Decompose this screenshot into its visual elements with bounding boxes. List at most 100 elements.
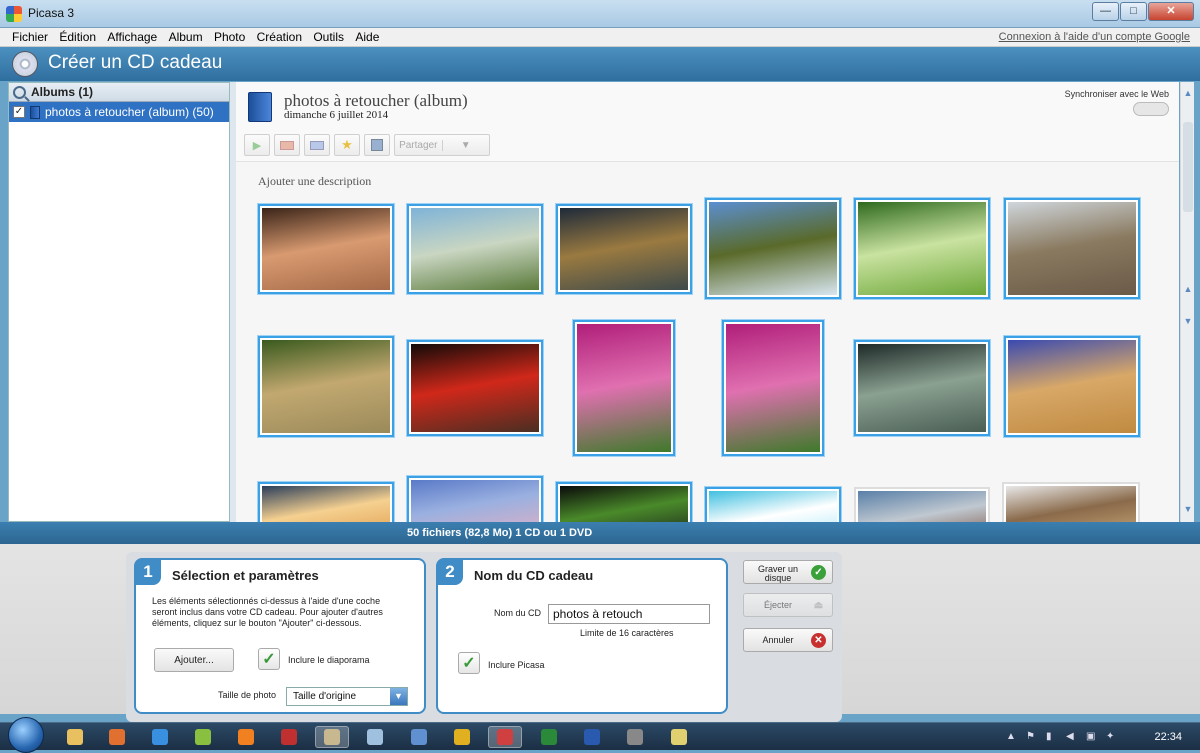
scroll-down-icon-2[interactable]: ▼: [1181, 502, 1195, 516]
burn-disc-button[interactable]: Graver un disque ✓: [743, 560, 833, 584]
save-button[interactable]: [364, 134, 390, 156]
photo-thumbnail-river-valley[interactable]: [407, 204, 543, 294]
taskbar-app-internet-explorer[interactable]: [143, 726, 177, 748]
menu-album[interactable]: Album: [165, 28, 207, 46]
add-description-field[interactable]: Ajouter une description: [258, 174, 371, 189]
menu-fichier[interactable]: Fichier: [8, 28, 52, 46]
taskbar-app-app-4[interactable]: [186, 726, 220, 748]
internet-explorer-icon: [152, 729, 168, 745]
include-picasa-checkbox[interactable]: ✓: [458, 652, 480, 674]
volume-icon[interactable]: ◀: [1066, 731, 1074, 742]
taskbar-app-app-6[interactable]: [272, 726, 306, 748]
photo-thumbnail-elephants-eagle[interactable]: [1004, 198, 1140, 299]
photo-thumbnail-woman-portrait[interactable]: [854, 487, 990, 522]
play-icon: ▶: [252, 139, 262, 152]
photo-thumbnail-lake-mountains[interactable]: [407, 476, 543, 522]
menu-photo[interactable]: Photo: [210, 28, 249, 46]
taskbar-app-media[interactable]: [229, 726, 263, 748]
add-button[interactable]: Ajouter...: [154, 648, 234, 672]
checkmark-icon: ✓: [811, 565, 826, 580]
share-button[interactable]: Partager ▼: [394, 134, 490, 156]
google-sign-in-link[interactable]: Connexion à l'aide d'un compte Google: [999, 31, 1190, 43]
photo-thumbnail-kilimanjaro[interactable]: [705, 198, 841, 299]
save-icon: [371, 139, 383, 151]
taskbar-app-excel[interactable]: [532, 726, 566, 748]
share-label: Partager: [399, 139, 438, 151]
taskbar-app-picasa[interactable]: [488, 726, 522, 748]
taskbar-app-word[interactable]: [575, 726, 609, 748]
network-icon[interactable]: ▮: [1046, 731, 1052, 742]
photo-thumbnail-flower-ice[interactable]: [705, 487, 841, 522]
photo-thumbnail-sunset-clouds[interactable]: [258, 482, 394, 522]
photo-thumbnail-face[interactable]: [258, 204, 394, 294]
menu-creation[interactable]: Création: [253, 28, 306, 46]
dropbox-icon[interactable]: ✦: [1106, 731, 1114, 742]
cancel-button[interactable]: Annuler ✕: [743, 628, 833, 652]
taskbar-app-firefox[interactable]: [100, 726, 134, 748]
menu-affichage[interactable]: Affichage: [103, 28, 161, 46]
taskbar-app-app-15[interactable]: [662, 726, 696, 748]
photo-thumbnail-elephant-dusk[interactable]: [556, 204, 692, 294]
step2-panel: 2 Nom du CD cadeau Nom du CD photos à re…: [436, 558, 728, 714]
menu-edition[interactable]: Édition: [55, 28, 100, 46]
window-controls: — □ ✕: [1092, 2, 1194, 21]
album-checkbox[interactable]: ✓: [13, 106, 25, 118]
taskbar-app-app-14[interactable]: [618, 726, 652, 748]
cd-name-input[interactable]: photos à retouch: [548, 604, 710, 624]
taskbar-app-chrome[interactable]: [445, 726, 479, 748]
sidebar-item-album[interactable]: ✓ photos à retoucher (album) (50): [9, 102, 229, 122]
taskbar-app-explorer[interactable]: [58, 726, 92, 748]
album-sidebar: Albums (1) ✓ photos à retoucher (album) …: [8, 82, 230, 522]
scroll-up-icon[interactable]: ▲: [1181, 86, 1195, 100]
eject-button[interactable]: Éjecter ⏏: [743, 593, 833, 617]
maximize-button[interactable]: □: [1120, 2, 1147, 21]
album-title: photos à retoucher (album): [284, 91, 468, 110]
album-view: photos à retoucher (album) dimanche 6 ju…: [236, 82, 1179, 522]
sync-toggle[interactable]: [1133, 102, 1169, 116]
menu-aide[interactable]: Aide: [351, 28, 383, 46]
email-icon: [280, 140, 294, 150]
chrome-icon: [454, 729, 470, 745]
device-icon[interactable]: ▣: [1086, 731, 1095, 742]
email-button[interactable]: [274, 134, 300, 156]
chevron-down-icon[interactable]: ▼: [390, 688, 407, 705]
photo-thumbnail-night-grass[interactable]: [556, 482, 692, 522]
photo-thumbnail-hands-rose[interactable]: [407, 340, 543, 436]
menu-outils[interactable]: Outils: [309, 28, 348, 46]
step1-number: 1: [135, 559, 161, 585]
photo-size-select[interactable]: Taille d'origine ▼: [286, 687, 408, 706]
include-picasa-label: Inclure Picasa: [488, 660, 545, 670]
taskbar-app-app-9[interactable]: [402, 726, 436, 748]
scrollbar-thumb[interactable]: [1183, 122, 1193, 212]
scroll-up-icon-2[interactable]: ▲: [1181, 282, 1195, 296]
star-button[interactable]: ★: [334, 134, 360, 156]
minimize-button[interactable]: —: [1092, 2, 1119, 21]
photo-thumbnail-cheetahs[interactable]: [258, 336, 394, 437]
chevron-down-icon[interactable]: ▼: [441, 139, 490, 151]
taskbar-app-notepad[interactable]: [358, 726, 392, 748]
cancel-label: Annuler: [762, 635, 794, 645]
vertical-scrollbar[interactable]: ▲ ▲ ▼ ▼: [1180, 82, 1194, 522]
play-slideshow-button[interactable]: ▶: [244, 134, 270, 156]
tray-expand-icon[interactable]: ▲: [1006, 731, 1016, 742]
include-slideshow-checkbox[interactable]: ✓: [258, 648, 280, 670]
step2-number: 2: [437, 559, 463, 585]
photo-thumbnail-tulips-1[interactable]: [573, 320, 675, 456]
start-button[interactable]: [8, 717, 44, 753]
taskbar-app-app-7[interactable]: [315, 726, 349, 748]
flag-icon[interactable]: ⚑: [1026, 731, 1035, 742]
include-slideshow-label: Inclure le diaporama: [288, 655, 370, 665]
albums-header[interactable]: Albums (1): [9, 83, 229, 102]
photo-thumbnail-zebras[interactable]: [854, 198, 990, 299]
explorer-icon: [67, 729, 83, 745]
close-button[interactable]: ✕: [1148, 2, 1194, 21]
word-icon: [584, 729, 600, 745]
photo-thumbnail-marsh[interactable]: [854, 340, 990, 436]
cd-name-label: Nom du CD: [494, 608, 542, 618]
collage-button[interactable]: [304, 134, 330, 156]
scroll-down-icon[interactable]: ▼: [1181, 314, 1195, 328]
photo-thumbnail-tulips-2[interactable]: [722, 320, 824, 456]
photo-thumbnail-lions-reflection[interactable]: [1004, 336, 1140, 437]
clock[interactable]: 22:34: [1154, 731, 1182, 743]
photo-thumbnail-cheetah-cubs[interactable]: [1002, 482, 1140, 522]
